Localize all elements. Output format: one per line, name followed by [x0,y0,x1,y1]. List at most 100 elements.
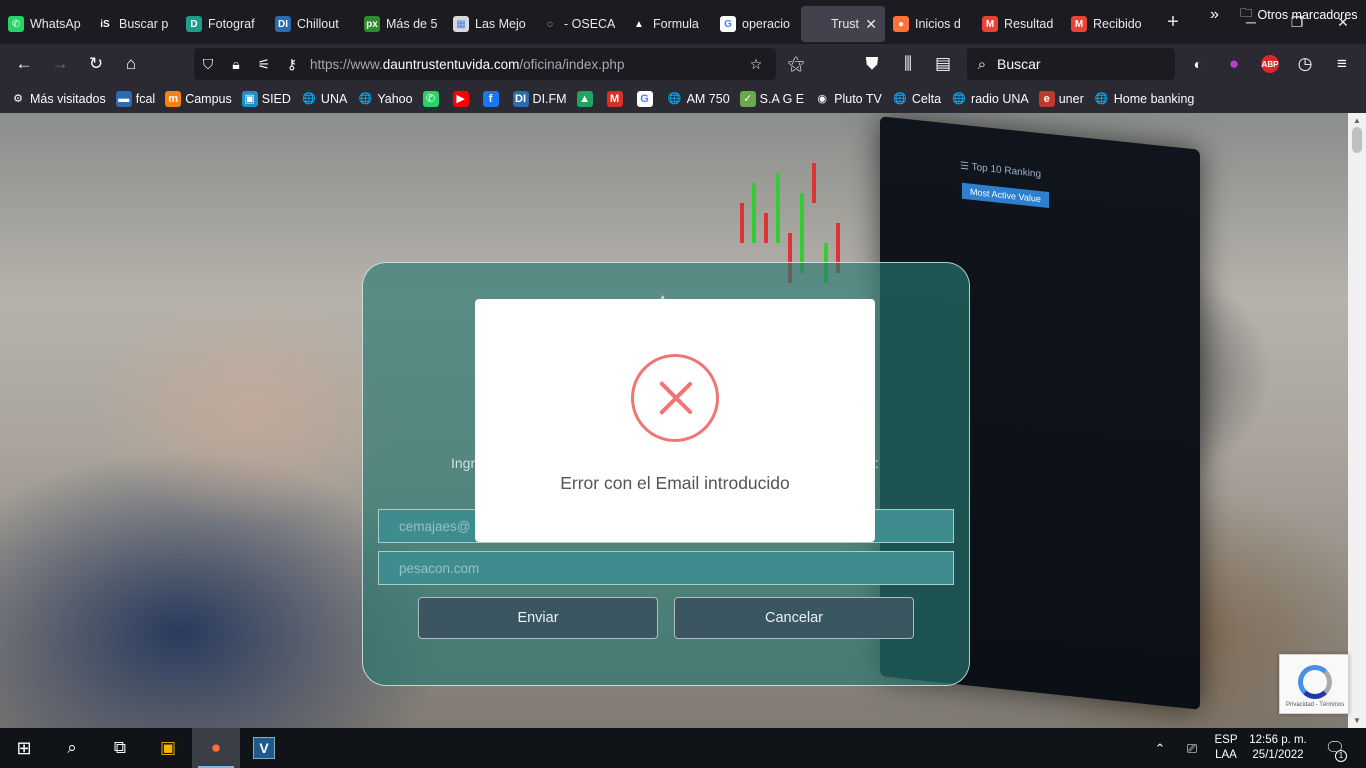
browser-tab[interactable]: M Recibido [1063,6,1152,42]
url-scheme: https://www. [310,56,383,72]
task-view-icon[interactable]: ⧉ [96,728,144,768]
bookmark-label: fcal [135,91,156,106]
other-bookmarks[interactable]: 🗀 Otros marcadores [1240,0,1358,29]
notifications-icon[interactable]: 🗨︎ 1 [1318,728,1352,768]
bookmark-label: uner [1058,91,1084,106]
browser-tab[interactable]: Goperacio [712,6,801,42]
send-button-label: Enviar [517,610,559,626]
library-icon[interactable]: ⫼ [892,48,924,80]
new-tab-button[interactable]: + [1158,7,1188,37]
scrollbar-thumb[interactable] [1352,127,1362,153]
chevron-up-icon[interactable]: ⌃ [1148,728,1172,768]
bookmark-star-icon[interactable]: ☆ [742,56,770,73]
bookmark-item[interactable]: 🌐 Home banking [1093,90,1194,107]
address-bar[interactable]: ⛉ 🔒︎ ⚟ ⚷ https://www.dauntrustentuvida.c… [194,48,776,80]
browser-tab[interactable]: Trustinves ✕ [801,6,885,42]
second-field[interactable]: pesacon.com [378,551,954,585]
clock[interactable]: 12:56 p. m. 25/1/2022 [1246,728,1310,768]
search-icon[interactable]: ⌕ [48,728,96,768]
browser-tab[interactable]: px Más de 5 [356,6,445,42]
bookmark-item[interactable]: ▣ SIED [241,90,291,107]
extension-icon[interactable]: ◐ [1182,48,1214,80]
recaptcha-links[interactable]: Privacidad - Términos [1286,702,1344,708]
other-bookmarks-label: Otros marcadores [1257,7,1358,22]
adblock-icon[interactable]: ABP [1261,55,1279,73]
browser-tab[interactable]: ▦ Las Mejo [445,6,534,42]
bookmark-item[interactable]: m Campus [165,90,232,107]
bookmark-item[interactable]: ▶ [452,90,473,107]
browser-tab[interactable]: M Resultad [974,6,1063,42]
bookmark-item[interactable]: e uner [1038,90,1084,107]
bookmark-item[interactable]: ✓ S.A G E [739,90,804,107]
menu-icon[interactable]: ≡ [1326,48,1358,80]
windows-taskbar: ⊞ ⌕ ⧉ ▣ ● V ⌃ ⎚ ESP LAA 12:56 p. m. 25/1/2… [0,728,1366,768]
bookmark-item[interactable]: f [482,90,503,107]
bookmark-item[interactable]: DI DI.FM [512,90,567,107]
globe-icon: 🌐 [891,90,908,107]
google-icon: G [636,90,653,107]
bookmark-label: Campus [185,91,232,106]
close-tab-icon[interactable]: ✕ [865,16,877,33]
home-icon[interactable]: ⌂ [115,48,147,80]
tab-label: Chillout [297,17,339,31]
bookmark-item[interactable]: 🌐 Yahoo [357,90,413,107]
shield-icon[interactable]: ⛉ [194,56,222,73]
store-icon[interactable]: ▣ [144,728,192,768]
bookmark-item[interactable]: ▬ fcal [115,90,156,107]
scroll-down-icon[interactable]: ▼ [1348,716,1366,725]
reload-icon[interactable]: ↻ [80,48,112,80]
key-icon[interactable]: ⚷ [278,56,306,73]
bookmark-item[interactable]: ◉ Pluto TV [814,90,882,107]
monitor-rank-text: ☰ Top 10 Ranking [960,160,1042,181]
bookmark-item[interactable]: ⚙ Más visitados [10,90,106,107]
browser-tab[interactable]: iS Buscar p [89,6,178,42]
error-x-icon [631,354,719,442]
bookmark-item[interactable]: 🌐 AM 750 [666,90,730,107]
bookmark-item[interactable]: M [606,90,627,107]
url-domain: dauntrustentuvida.com [382,56,520,72]
history-icon[interactable]: ◷ [1289,48,1321,80]
bookmark-item[interactable]: 🌐 UNA [300,90,347,107]
recaptcha-badge[interactable]: Privacidad - Términos [1279,654,1349,714]
tab-label: WhatsAp [30,17,81,31]
search-bar[interactable]: ⌕ Buscar [967,48,1175,80]
cancel-button[interactable]: Cancelar [674,597,914,639]
browser-tab[interactable]: ▲ Formula [623,6,712,42]
bookmark-item[interactable]: ▲ [576,90,597,107]
veracrypt-taskbar-icon[interactable]: V [240,728,288,768]
browser-tab[interactable]: ◌ - OSECA [534,6,623,42]
lock-icon[interactable]: 🔒︎ [222,56,250,73]
back-icon[interactable]: ← [8,48,40,80]
send-button[interactable]: Enviar [418,597,658,639]
network-icon[interactable]: ⎚ [1180,728,1204,768]
whatsapp-icon: ✆ [8,16,24,32]
forward-icon[interactable]: → [44,48,76,80]
globe-icon: 🌐 [1093,90,1110,107]
bookmark-item[interactable]: 🌐 radio UNA [951,90,1029,107]
url-text[interactable]: https://www.dauntrustentuvida.com/oficin… [310,57,624,72]
pocket-icon[interactable]: ⛊ [856,48,888,80]
globe-icon: 🌐 [357,90,374,107]
sidebar-icon[interactable]: ▤ [927,48,959,80]
save-page-icon[interactable]: ⚝ [780,48,812,80]
bookmark-item[interactable]: 🌐 Celta [891,90,941,107]
page-scrollbar[interactable]: ▲ ▼ [1348,113,1366,728]
windows-start-icon[interactable]: ⊞ [0,728,48,768]
bookmark-item[interactable]: ✆ [422,90,443,107]
browser-tab[interactable]: ● Inicios d [885,6,974,42]
issuu-icon: iS [97,16,113,32]
scroll-up-icon[interactable]: ▲ [1348,116,1366,125]
browser-tab[interactable]: D Fotograf [178,6,267,42]
vpn-extension-icon[interactable]: ● [1218,48,1250,80]
tab-label: Las Mejo [475,17,526,31]
language-code: ESP [1214,734,1238,746]
tab-label: Trustinves [831,17,860,31]
bookmark-item[interactable]: G [636,90,657,107]
browser-tab[interactable]: ✆ WhatsAp [0,6,89,42]
language-indicator[interactable]: ESP LAA [1208,728,1244,768]
firefox-taskbar-icon[interactable]: ● [192,728,240,768]
more-bookmarks-icon[interactable]: » [1210,0,1219,29]
browser-tab[interactable]: DI Chillout [267,6,356,42]
tab-label: - OSECA [564,17,615,31]
permissions-icon[interactable]: ⚟ [250,56,278,73]
